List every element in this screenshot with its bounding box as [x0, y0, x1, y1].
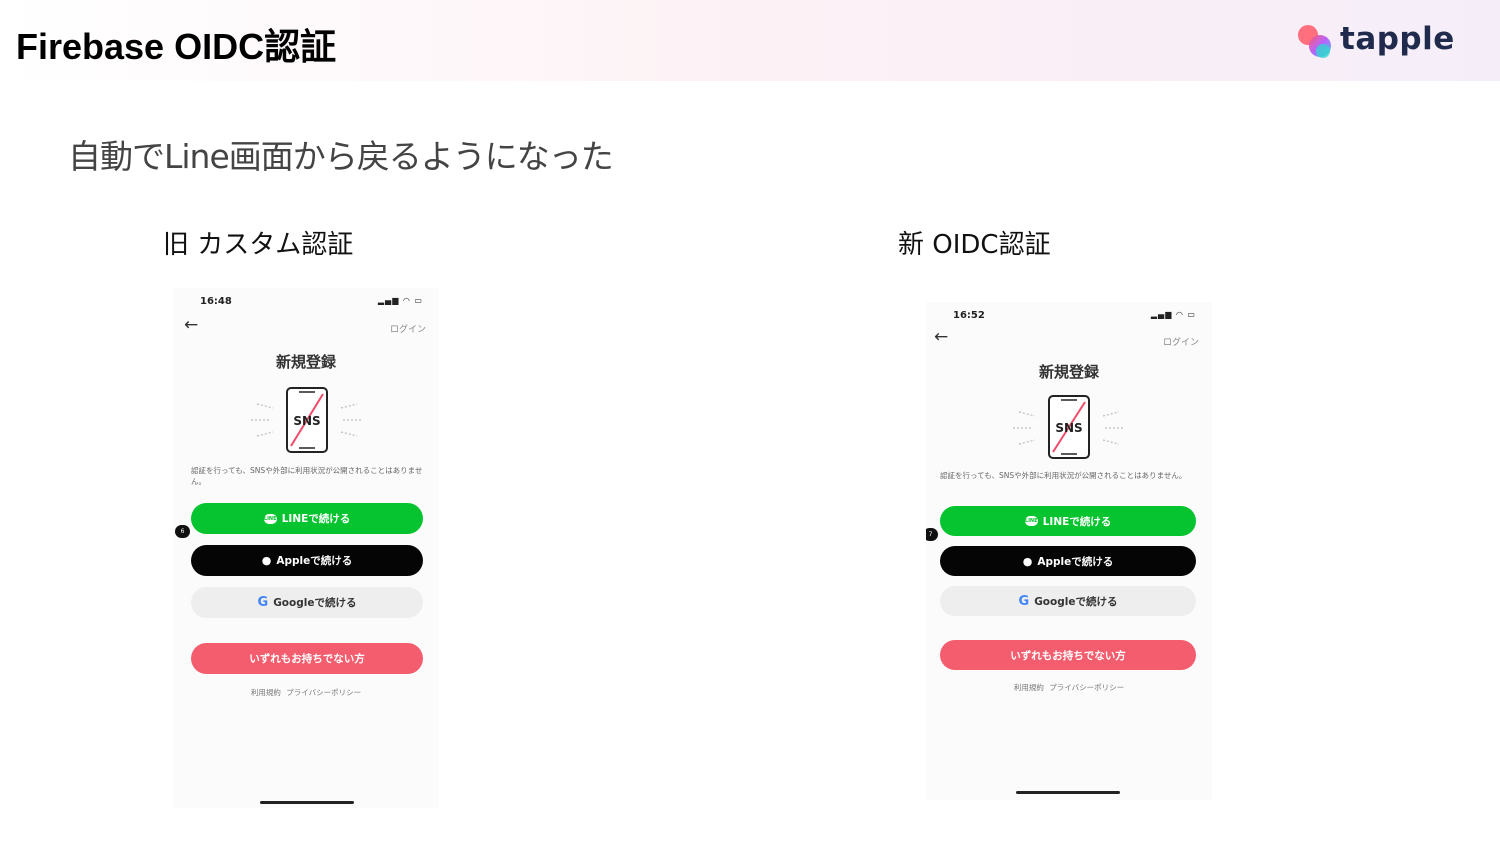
phone-screenshot-old: 16:48 ▂▄▆ ◠ ▭ ← ログイン 新規登録 SNS 認証を行っても、SN…	[173, 288, 439, 808]
google-button-label: Googleで続ける	[1034, 595, 1118, 608]
logo-text: tapple	[1340, 21, 1455, 57]
status-icons: ▂▄▆ ◠ ▭	[1150, 310, 1196, 319]
no-account-label: いずれもお持ちでない方	[1010, 649, 1126, 662]
sns-phone-illustration: SNS	[1013, 395, 1125, 459]
no-account-button[interactable]: いずれもお持ちでない方	[191, 643, 423, 674]
new-auth-label: 新 OIDC認証	[898, 230, 1051, 260]
sns-text: SNS	[293, 414, 320, 428]
line-continue-button[interactable]: LINE LINEで続ける	[940, 506, 1196, 536]
slide: Firebase OIDC認証 tapple 自動でLine画面から戻るようにな…	[0, 0, 1500, 844]
line-logo-icon: LINE	[263, 513, 277, 524]
sns-phone-illustration: SNS	[251, 387, 363, 453]
google-logo-icon: G	[1018, 593, 1030, 609]
line-button-label: LINEで続ける	[281, 513, 351, 525]
google-button-label: Googleで続ける	[273, 597, 357, 609]
google-logo-icon: G	[257, 595, 269, 610]
apple-logo-icon: ●	[261, 554, 272, 567]
line-continue-button[interactable]: LINE LINEで続ける	[191, 503, 423, 534]
apple-continue-button[interactable]: ● Appleで続ける	[191, 545, 423, 576]
subtitle: 自動でLine画面から戻るようになった	[68, 137, 614, 176]
status-icons: ▂▄▆ ◠ ▭	[377, 296, 423, 305]
no-account-button[interactable]: いずれもお持ちでない方	[940, 640, 1196, 670]
tapple-logo-icon	[1298, 25, 1331, 58]
home-indicator	[1016, 791, 1120, 794]
line-button-label: LINEで続ける	[1042, 515, 1112, 528]
apple-button-label: Appleで続ける	[276, 555, 353, 567]
disclaimer-text: 認証を行っても、SNSや外部に利用状況が公開されることはありません。	[940, 471, 1187, 480]
apple-logo-icon: ●	[1022, 554, 1033, 568]
no-account-label: いずれもお持ちでない方	[249, 653, 365, 665]
home-indicator	[260, 801, 354, 804]
line-logo-icon: LINE	[1024, 516, 1038, 526]
apple-continue-button[interactable]: ● Appleで続ける	[940, 546, 1196, 576]
screen-title: 新規登録	[275, 353, 336, 371]
status-bar: 16:52 ▂▄▆ ◠ ▭	[926, 302, 1212, 326]
status-time: 16:52	[953, 310, 985, 321]
login-link[interactable]: ログイン	[390, 322, 426, 335]
apple-button-label: Appleで続ける	[1037, 555, 1114, 568]
google-continue-button[interactable]: G Googleで続ける	[191, 587, 423, 618]
step-badge: 6	[175, 525, 190, 538]
arrow-left-icon[interactable]: ←	[184, 317, 198, 334]
slide-title: Firebase OIDC認証	[16, 26, 337, 67]
google-continue-button[interactable]: G Googleで続ける	[940, 586, 1196, 616]
footer-links[interactable]: 利用規約 プライバシーポリシー	[173, 687, 439, 698]
screen-title: 新規登録	[1038, 363, 1099, 381]
step-badge: 7	[926, 528, 938, 541]
footer-links[interactable]: 利用規約 プライバシーポリシー	[926, 682, 1212, 693]
phone-screenshot-new: 16:52 ▂▄▆ ◠ ▭ ← ログイン 新規登録 SNS 認証を行っても、SN…	[926, 302, 1212, 800]
status-time: 16:48	[200, 296, 232, 307]
status-bar: 16:48 ▂▄▆ ◠ ▭	[173, 288, 439, 312]
login-link[interactable]: ログイン	[1163, 335, 1199, 348]
header-bar: Firebase OIDC認証 tapple	[0, 0, 1500, 81]
sns-text: SNS	[1055, 421, 1082, 435]
arrow-left-icon[interactable]: ←	[934, 329, 948, 346]
disclaimer-text: 認証を行っても、SNSや外部に利用状況が公開されることはありません。	[191, 466, 423, 486]
old-auth-label: 旧 カスタム認証	[163, 230, 354, 260]
